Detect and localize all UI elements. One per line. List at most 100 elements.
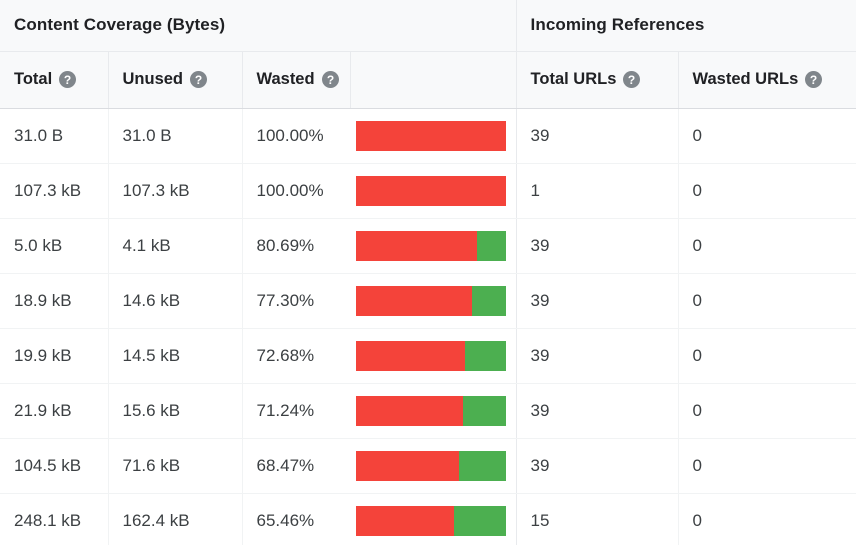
cell-wasted-urls: 0 bbox=[677, 493, 856, 545]
column-header-wasted[interactable]: Wasted ? bbox=[241, 51, 350, 109]
svg-text:?: ? bbox=[326, 73, 333, 87]
cell-unused: 31.0 B bbox=[107, 108, 242, 164]
wasted-bar bbox=[356, 120, 506, 151]
table-row[interactable]: 31.0 B 31.0 B 100.00% 39 0 bbox=[0, 108, 856, 164]
cell-wasted-bar bbox=[350, 163, 517, 219]
cell-wasted-bar bbox=[350, 218, 517, 274]
cell-unused: 162.4 kB bbox=[107, 493, 242, 545]
column-header-wasted-bar bbox=[349, 51, 517, 109]
wasted-bar-segment bbox=[356, 340, 466, 371]
cell-total: 5.0 kB bbox=[0, 218, 108, 274]
cell-wasted-bar bbox=[350, 493, 517, 545]
cell-total: 21.9 kB bbox=[0, 383, 108, 439]
cell-unused: 15.6 kB bbox=[107, 383, 242, 439]
column-header-total[interactable]: Total ? bbox=[0, 51, 108, 109]
cell-total-urls: 1 bbox=[515, 163, 679, 219]
wasted-bar bbox=[356, 175, 506, 206]
help-icon[interactable]: ? bbox=[623, 71, 641, 88]
wasted-bar bbox=[356, 450, 506, 481]
wasted-bar-segment bbox=[356, 505, 455, 536]
table-row[interactable]: 104.5 kB 71.6 kB 68.47% 39 0 bbox=[0, 438, 856, 494]
wasted-bar-segment bbox=[356, 285, 472, 316]
cell-unused: 71.6 kB bbox=[107, 438, 242, 494]
cell-total-urls: 39 bbox=[515, 218, 679, 274]
wasted-bar-segment bbox=[356, 450, 459, 481]
table-row[interactable]: 19.9 kB 14.5 kB 72.68% 39 0 bbox=[0, 328, 856, 384]
cell-wasted: 100.00% bbox=[241, 108, 350, 164]
wasted-bar bbox=[356, 285, 506, 316]
cell-wasted-urls: 0 bbox=[677, 273, 856, 329]
cell-unused: 14.5 kB bbox=[107, 328, 242, 384]
cell-total-urls: 39 bbox=[515, 383, 679, 439]
column-header-unused[interactable]: Unused ? bbox=[107, 51, 242, 109]
cell-wasted-urls: 0 bbox=[677, 163, 856, 219]
cell-wasted-bar bbox=[350, 328, 517, 384]
column-header-row: Total ? Unused ? Wasted ? Total URLs ? W… bbox=[0, 51, 856, 109]
cell-wasted-bar bbox=[350, 108, 517, 164]
cell-total-urls: 39 bbox=[515, 438, 679, 494]
group-header-content-coverage: Content Coverage (Bytes) bbox=[0, 0, 517, 52]
table-body: 31.0 B 31.0 B 100.00% 39 0 107.3 kB 107.3 kB 10… bbox=[0, 108, 856, 545]
cell-total: 31.0 B bbox=[0, 108, 108, 164]
wasted-bar bbox=[356, 340, 506, 371]
group-header-row: Content Coverage (Bytes) Incoming Refere… bbox=[0, 0, 856, 52]
cell-total-urls: 39 bbox=[515, 273, 679, 329]
wasted-bar-segment bbox=[356, 230, 478, 261]
wasted-bar-segment bbox=[356, 120, 506, 151]
cell-total: 107.3 kB bbox=[0, 163, 108, 219]
cell-wasted: 77.30% bbox=[241, 273, 350, 329]
column-header-total-label: Total bbox=[14, 70, 53, 88]
cell-total-urls: 39 bbox=[515, 108, 679, 164]
cell-wasted-urls: 0 bbox=[677, 108, 856, 164]
wasted-bar-segment bbox=[356, 175, 506, 206]
help-icon[interactable]: ? bbox=[190, 71, 208, 88]
help-icon[interactable]: ? bbox=[59, 71, 77, 88]
cell-unused: 14.6 kB bbox=[107, 273, 242, 329]
used-bar-segment bbox=[471, 285, 506, 316]
table-row[interactable]: 21.9 kB 15.6 kB 71.24% 39 0 bbox=[0, 383, 856, 439]
column-header-unused-label: Unused bbox=[122, 70, 184, 88]
cell-total-urls: 15 bbox=[515, 493, 679, 545]
cell-wasted-bar bbox=[350, 273, 517, 329]
used-bar-segment bbox=[465, 340, 506, 371]
cell-total-urls: 39 bbox=[515, 328, 679, 384]
table-head: Content Coverage (Bytes) Incoming Refere… bbox=[0, 0, 856, 109]
cell-wasted: 100.00% bbox=[241, 163, 350, 219]
cell-wasted: 72.68% bbox=[241, 328, 350, 384]
help-icon[interactable]: ? bbox=[321, 71, 339, 88]
column-header-wasted-urls-label: Wasted URLs bbox=[692, 70, 799, 88]
cell-wasted-urls: 0 bbox=[677, 218, 856, 274]
svg-text:?: ? bbox=[195, 73, 202, 87]
column-header-total-urls[interactable]: Total URLs ? bbox=[515, 51, 679, 109]
wasted-bar bbox=[356, 230, 506, 261]
column-header-wasted-urls[interactable]: Wasted URLs ? bbox=[677, 51, 856, 109]
cell-wasted: 80.69% bbox=[241, 218, 350, 274]
cell-wasted: 65.46% bbox=[241, 493, 350, 545]
table-row[interactable]: 18.9 kB 14.6 kB 77.30% 39 0 bbox=[0, 273, 856, 329]
cell-wasted-urls: 0 bbox=[677, 328, 856, 384]
used-bar-segment bbox=[477, 230, 506, 261]
cell-total: 18.9 kB bbox=[0, 273, 108, 329]
help-icon[interactable]: ? bbox=[805, 71, 823, 88]
cell-wasted-urls: 0 bbox=[677, 383, 856, 439]
used-bar-segment bbox=[454, 505, 506, 536]
column-header-total-urls-label: Total URLs bbox=[530, 70, 617, 88]
table-row[interactable]: 107.3 kB 107.3 kB 100.00% 1 0 bbox=[0, 163, 856, 219]
wasted-bar-segment bbox=[356, 395, 463, 426]
used-bar-segment bbox=[462, 395, 506, 426]
cell-wasted-bar bbox=[350, 438, 517, 494]
table-row[interactable]: 248.1 kB 162.4 kB 65.46% 15 0 bbox=[0, 493, 856, 545]
cell-total: 19.9 kB bbox=[0, 328, 108, 384]
coverage-panel: { "groups": [ { "id": "content-coverage"… bbox=[0, 0, 856, 545]
cell-total: 104.5 kB bbox=[0, 438, 108, 494]
used-bar-segment bbox=[458, 450, 506, 481]
coverage-table: Content Coverage (Bytes) Incoming Refere… bbox=[0, 0, 856, 545]
svg-text:?: ? bbox=[64, 73, 71, 87]
cell-unused: 4.1 kB bbox=[107, 218, 242, 274]
cell-wasted: 71.24% bbox=[241, 383, 350, 439]
table-row[interactable]: 5.0 kB 4.1 kB 80.69% 39 0 bbox=[0, 218, 856, 274]
svg-text:?: ? bbox=[628, 73, 635, 87]
svg-text:?: ? bbox=[810, 73, 817, 87]
wasted-bar bbox=[356, 395, 506, 426]
cell-unused: 107.3 kB bbox=[107, 163, 242, 219]
